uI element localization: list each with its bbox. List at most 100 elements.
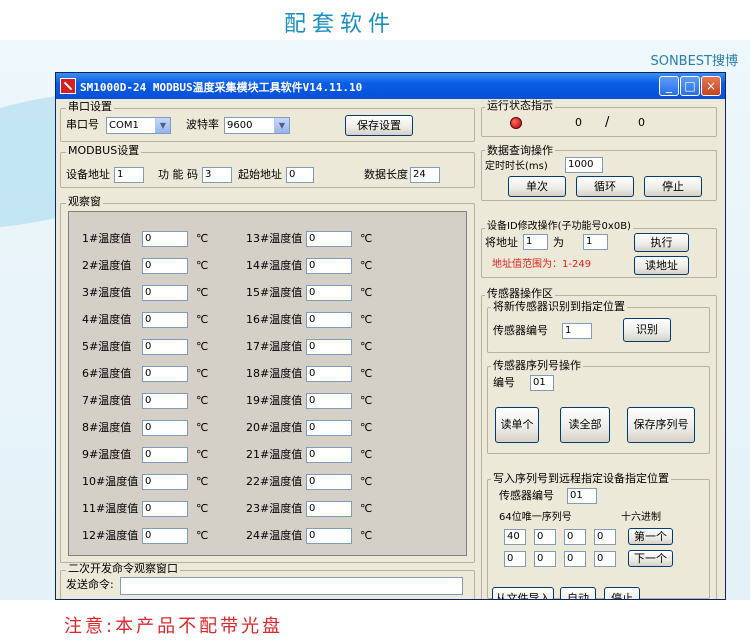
temp-value-16[interactable]: 0 [306,312,352,328]
minimize-button[interactable]: _ [659,76,679,96]
temp-label-1: 1#温度值 [82,232,132,245]
temp-label-16: 16#温度值 [246,313,303,326]
temp-value-12[interactable]: 0 [142,528,188,544]
temp-value-22[interactable]: 0 [306,474,352,490]
execute-button[interactable]: 执行 [634,233,689,252]
temp-value-17[interactable]: 0 [306,339,352,355]
temp-value-9[interactable]: 0 [142,447,188,463]
save-serial-button[interactable]: 保存序列号 [627,407,695,443]
close-button[interactable]: × [701,76,721,96]
to-address-label: 为 [553,236,564,249]
temp-label-5: 5#温度值 [82,340,132,353]
unit-label: ℃ [360,529,373,542]
temp-value-3[interactable]: 0 [142,285,188,301]
brand-label: SONBEST搜博 [650,54,738,69]
temp-value-4[interactable]: 0 [142,312,188,328]
unit-label: ℃ [196,313,209,326]
port-select[interactable]: COM1 ▼ [106,117,171,134]
baud-select[interactable]: 9600 ▼ [224,117,290,134]
temp-label-23: 23#温度值 [246,502,303,515]
unit-label: ℃ [360,259,373,272]
serial-num-input[interactable]: 01 [530,375,554,391]
serial-byte-input[interactable]: 0 [564,551,586,567]
temp-label-13: 13#温度值 [246,232,303,245]
maximize-button[interactable]: □ [680,76,700,96]
temp-value-5[interactable]: 0 [142,339,188,355]
temp-label-18: 18#温度值 [246,367,303,380]
stop-write-button[interactable]: 停止 [604,587,640,599]
auto-button[interactable]: 自动 [560,587,596,599]
unit-label: ℃ [196,475,209,488]
temp-label-15: 15#温度值 [246,286,303,299]
serial-byte-input[interactable]: 0 [534,529,556,545]
temp-value-24[interactable]: 0 [306,528,352,544]
serial-byte-input[interactable]: 0 [534,551,556,567]
baud-label: 波特率 [186,118,219,131]
identify-button[interactable]: 识别 [623,318,671,342]
start-address-input[interactable]: 0 [286,167,314,183]
import-from-file-button[interactable]: 从文件导入 [492,587,554,599]
unit-label: ℃ [196,232,209,245]
temp-value-13[interactable]: 0 [306,231,352,247]
unit-label: ℃ [196,367,209,380]
serial-byte-input[interactable]: 0 [594,551,616,567]
write-sensor-id-input[interactable]: 01 [567,488,597,504]
temp-value-15[interactable]: 0 [306,285,352,301]
serial-byte-input[interactable]: 0 [504,551,526,567]
unit-label: ℃ [360,340,373,353]
sensor-id-input[interactable]: 1 [562,323,592,339]
temp-value-23[interactable]: 0 [306,501,352,517]
observe-label: 观察窗 [66,195,103,208]
device-address-input[interactable]: 1 [114,167,144,183]
temp-value-10[interactable]: 0 [142,474,188,490]
read-one-button[interactable]: 读单个 [495,407,539,443]
window-title: SM1000D-24 MODBUS温度采集模块工具软件V14.11.10 [80,81,363,94]
loop-query-button[interactable]: 循环 [576,176,634,197]
to-address-input[interactable]: 1 [583,234,608,250]
banner-title: 配套软件 [283,12,396,37]
data-length-label: 数据长度 [364,168,408,181]
temp-value-14[interactable]: 0 [306,258,352,274]
temp-label-21: 21#温度值 [246,448,303,461]
temp-value-18[interactable]: 0 [306,366,352,382]
title-bar[interactable]: SM1000D-24 MODBUS温度采集模块工具软件V14.11.10 _ □… [56,73,725,99]
status-label: 运行状态指示 [485,99,555,112]
temp-label-4: 4#温度值 [82,313,132,326]
unit-label: ℃ [360,313,373,326]
read-all-button[interactable]: 读全部 [560,407,610,443]
port-value: COM1 [109,120,139,131]
unit-label: ℃ [196,448,209,461]
stop-query-button[interactable]: 停止 [644,176,702,197]
single-query-button[interactable]: 单次 [508,176,566,197]
next-button[interactable]: 下一个 [628,550,673,567]
temp-label-17: 17#温度值 [246,340,303,353]
temp-label-19: 19#温度值 [246,394,303,407]
serial-byte-input[interactable]: 0 [594,529,616,545]
temp-value-11[interactable]: 0 [142,501,188,517]
unit-label: ℃ [360,475,373,488]
read-address-button[interactable]: 读地址 [634,256,689,275]
temp-value-7[interactable]: 0 [142,393,188,409]
temp-value-19[interactable]: 0 [306,393,352,409]
send-command-label: 发送命令: [66,578,114,591]
temp-value-8[interactable]: 0 [142,420,188,436]
temp-value-6[interactable]: 0 [142,366,188,382]
first-button[interactable]: 第一个 [628,528,673,545]
function-code-input[interactable]: 3 [202,167,232,183]
serial-byte-input[interactable]: 0 [564,529,586,545]
unit-label: ℃ [196,502,209,515]
timing-input[interactable]: 1000 [565,157,603,173]
address-range-text: 地址值范围为：1-249 [492,259,592,270]
temp-value-20[interactable]: 0 [306,420,352,436]
data-length-input[interactable]: 24 [410,167,440,183]
temp-value-1[interactable]: 0 [142,231,188,247]
temp-value-21[interactable]: 0 [306,447,352,463]
send-command-input[interactable] [120,577,463,595]
app-icon [60,78,76,94]
temp-value-2[interactable]: 0 [142,258,188,274]
baud-value: 9600 [227,120,253,131]
from-address-input[interactable]: 1 [523,234,548,250]
save-settings-button[interactable]: 保存设置 [345,115,413,136]
temp-label-7: 7#温度值 [82,394,132,407]
serial-byte-input[interactable]: 40 [504,529,526,545]
